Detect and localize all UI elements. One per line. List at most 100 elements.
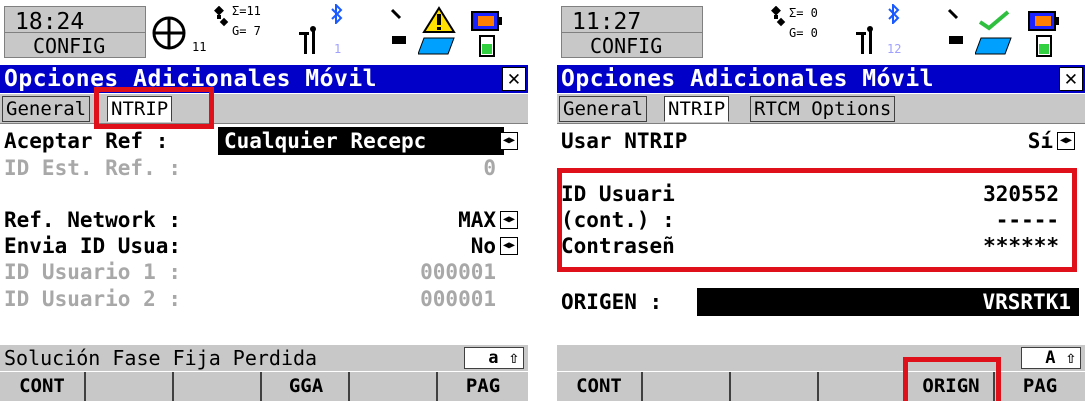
g-label: G= 0 [789,26,818,40]
close-icon[interactable]: ✕ [1059,67,1083,91]
line-number: 12 [887,42,902,56]
highlight-box [903,357,1001,401]
field-value: 0 [483,156,496,180]
field-contrasena[interactable]: Contraseñ ****** [561,232,1079,260]
status-message: Solución Fase Fija Perdida [4,346,318,370]
tab-general[interactable]: General [559,96,648,122]
field-value: ****** [983,234,1059,258]
field-envia-id[interactable]: Envia ID Usua: No ◀▶ [4,232,522,260]
field-label: Ref. Network : [4,208,182,232]
field-ref-network[interactable]: Ref. Network : MAX ◀▶ [4,206,522,234]
checkmark-icon [978,10,1010,31]
fkey-2[interactable] [645,372,731,401]
field-value: MAX [458,208,496,232]
field-label: Aceptar Ref : [4,129,169,153]
field-id-usuari[interactable]: ID Usuari 320552 [561,180,1079,208]
fkey-1[interactable]: CONT [0,372,86,401]
field-origen[interactable]: ORIGEN : VRSRTK1 [561,288,1079,316]
mode-label: CONFIG [33,34,106,58]
field-value: 000001 [420,287,496,311]
close-icon[interactable]: ✕ [502,67,526,91]
title-bar: Opciones Adicionales Móvil ✕ [557,65,1085,93]
tab-bar: General NTRIP [0,94,528,124]
fkey-6[interactable]: PAG [440,372,526,401]
field-label: (cont.) : [561,208,675,232]
warning-icon [422,6,456,33]
line-number: 1 [334,42,342,56]
field-cont[interactable]: (cont.) : ----- [561,206,1079,234]
cable-icon [947,8,963,44]
field-label: Envia ID Usua: [4,234,182,258]
field-value: 000001 [420,260,496,284]
walking-icon [856,26,873,54]
field-id-usuario-2: ID Usuario 2 : 000001 [4,285,522,313]
field-usar-ntrip[interactable]: Usar NTRIP Sí ◀▶ [561,127,1079,155]
field-value: No [470,234,496,258]
field-value: VRSRTK1 [697,288,1079,316]
satellite-icon [771,6,786,27]
battery-icon [1028,11,1059,57]
fkey-2[interactable] [88,372,174,401]
fkey-5[interactable] [352,372,438,401]
status-bar: 11:27 CONFIG Σ= 0 G= 0 12 [557,0,1085,62]
highlight-box [94,87,214,129]
message-bar: A ⇧ [557,345,1085,371]
tab-bar: General NTRIP RTCM Options [557,94,1085,124]
left-screen: 18:24 CONFIG 11 Σ=11 G= 7 1 Opciones Adi… [0,0,528,401]
clock-panel: 18:24 CONFIG [4,6,146,58]
message-bar: Solución Fase Fija Perdida a ⇧ [0,345,528,371]
tab-general[interactable]: General [2,96,91,122]
function-keys: CONT GGA PAG [0,372,528,401]
field-id-est-ref: ID Est. Ref. : 0 [4,154,522,182]
position-count: 11 [192,40,207,54]
clock-panel: 11:27 CONFIG [561,6,703,58]
field-label: ID Usuari [561,182,675,206]
fkey-6[interactable]: PAG [997,372,1083,401]
memory-card-icon [418,37,455,55]
field-value: Cualquier Recepc [218,127,504,155]
left-right-arrows-icon[interactable]: ◀▶ [500,132,518,150]
field-value: 320552 [983,182,1059,206]
field-label: ID Usuario 1 : [4,260,182,284]
left-right-arrows-icon[interactable]: ◀▶ [500,211,518,229]
left-right-arrows-icon[interactable]: ◀▶ [1057,132,1075,150]
field-label: ID Usuario 2 : [4,287,182,311]
sum-label: Σ=11 [232,4,261,18]
fkey-4[interactable]: GGA [264,372,350,401]
clock-time: 11:27 [572,9,642,35]
g-label: G= 7 [232,24,261,38]
bluetooth-icon [331,4,343,24]
field-value: ----- [995,208,1059,232]
left-right-arrows-icon[interactable]: ◀▶ [500,237,518,255]
field-aceptar-ref[interactable]: Aceptar Ref : Cualquier Recepc ◀▶ [4,127,522,155]
walking-icon [299,26,316,54]
tab-rtcm-options[interactable]: RTCM Options [750,96,896,122]
sum-label: Σ= 0 [789,6,818,20]
mode-label: CONFIG [590,34,663,58]
clock-time: 18:24 [15,9,85,35]
field-label: ORIGEN : [561,290,663,314]
fkey-1[interactable]: CONT [557,372,643,401]
function-keys: CONT ORIGN PAG [557,372,1085,401]
tab-ntrip[interactable]: NTRIP [664,96,730,122]
field-label: Contraseñ [561,234,675,258]
battery-icon [471,11,502,57]
page-title: Opciones Adicionales Móvil [561,66,935,92]
memory-card-icon [975,37,1012,55]
cable-icon [390,8,406,44]
keyboard-mode: a ⇧ [464,347,524,369]
right-screen: 11:27 CONFIG Σ= 0 G= 0 12 Opciones Adici… [557,0,1085,401]
status-bar: 18:24 CONFIG 11 Σ=11 G= 7 1 [0,0,528,62]
fkey-3[interactable] [176,372,262,401]
fkey-4[interactable] [821,372,907,401]
crosshair-icon [152,16,186,50]
field-label: Usar NTRIP [561,129,688,153]
bluetooth-icon [888,4,900,24]
keyboard-mode: A ⇧ [1021,347,1081,369]
fkey-3[interactable] [733,372,819,401]
field-id-usuario-1: ID Usuario 1 : 000001 [4,258,522,286]
field-label: ID Est. Ref. : [4,156,182,180]
field-value: Sí [1027,129,1053,153]
title-bar: Opciones Adicionales Móvil ✕ [0,65,528,93]
satellite-icon [214,6,229,27]
